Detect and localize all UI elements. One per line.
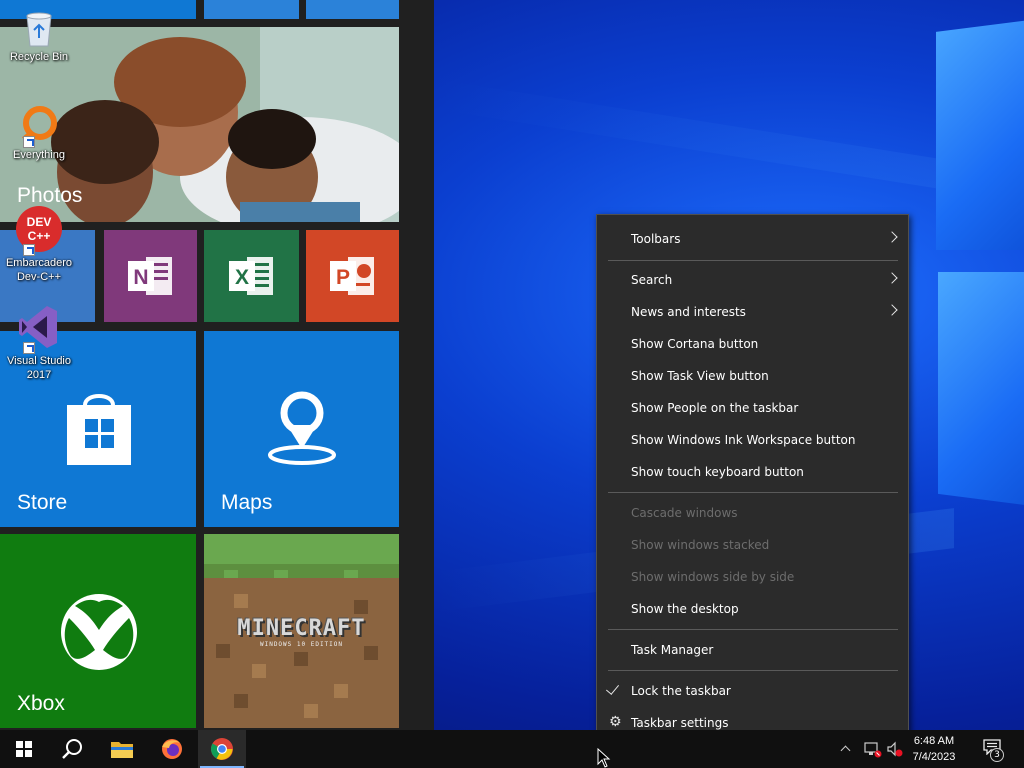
desktop-icon-everything[interactable]: Everything — [3, 106, 75, 162]
start-button[interactable] — [0, 730, 48, 768]
menu-separator — [608, 260, 898, 261]
menu-item-show-desktop[interactable]: Show the desktop — [597, 594, 908, 624]
store-icon — [67, 394, 131, 465]
windows-logo-icon — [16, 741, 32, 757]
action-center-button[interactable]: 3 — [976, 730, 1016, 768]
tile-photos-label: Photos — [17, 184, 83, 207]
minecraft-logo: MINECRAFT — [237, 616, 366, 641]
menu-item-show-people[interactable]: Show People on the taskbar — [597, 393, 908, 423]
tray-overflow-chevron[interactable] — [838, 742, 854, 758]
shortcut-arrow-icon — [23, 342, 35, 354]
menu-item-show-task-view[interactable]: Show Task View button — [597, 361, 908, 391]
menu-item-task-manager[interactable]: Task Manager — [597, 635, 908, 665]
menu-item-search[interactable]: Search — [597, 265, 908, 295]
folder-icon — [111, 742, 133, 758]
tray-volume[interactable] — [886, 740, 904, 758]
firefox-icon — [162, 739, 182, 759]
tile-xbox-label: Xbox — [17, 692, 65, 715]
tile-minecraft[interactable]: MINECRAFT WINDOWS 10 EDITION — [204, 534, 399, 728]
tile-store-label: Store — [17, 491, 68, 514]
menu-item-toolbars[interactable]: Toolbars — [597, 224, 908, 254]
chevron-right-icon — [886, 231, 898, 243]
menu-item-show-cortana[interactable]: Show Cortana button — [597, 329, 908, 359]
menu-item-lock-taskbar[interactable]: Lock the taskbar — [597, 676, 908, 706]
notification-count-badge: 3 — [990, 748, 1004, 762]
tile-contact2-partial[interactable] — [306, 0, 399, 19]
powerpoint-icon: P — [329, 257, 374, 295]
menu-item-news-and-interests[interactable]: News and interests — [597, 297, 908, 327]
menu-separator — [608, 629, 898, 630]
desktop-icon-visual-studio[interactable]: Visual Studio 2017 — [3, 304, 75, 382]
taskbar[interactable]: 6:48 AM 7/4/2023 3 — [0, 730, 1024, 768]
windows-logo-pane-bottom — [938, 272, 1024, 508]
search-button[interactable] — [48, 730, 96, 768]
desktop-icon-label: Visual Studio 2017 — [6, 355, 71, 381]
desktop-icon-label: Everything — [13, 149, 65, 161]
chevron-right-icon — [886, 304, 898, 316]
checkmark-icon — [605, 681, 620, 695]
search-icon — [62, 739, 82, 759]
tile-contact-partial[interactable] — [204, 0, 299, 19]
maps-icon — [268, 391, 336, 465]
menu-separator — [608, 670, 898, 671]
taskbar-context-menu: Toolbars Search News and interests Show … — [596, 214, 909, 748]
svg-text:N: N — [133, 266, 148, 289]
recycle-bin-icon — [26, 12, 52, 47]
desktop-icon-recycle-bin[interactable]: Recycle Bin — [3, 8, 75, 64]
windows-logo-pane-top — [936, 18, 1024, 250]
taskbar-file-explorer[interactable] — [98, 730, 146, 768]
tile-maps-label: Maps — [221, 491, 273, 514]
mouse-cursor-icon — [597, 748, 611, 768]
tile-excel[interactable]: X — [204, 230, 299, 322]
desktop-icon-label: Recycle Bin — [9, 51, 69, 63]
volume-muted-icon — [887, 741, 903, 757]
menu-item-show-touch-keyboard[interactable]: Show touch keyboard button — [597, 457, 908, 487]
devcpp-badge-text: DEV C++ — [26, 215, 52, 243]
gear-icon: ⚙ — [609, 714, 622, 730]
shortcut-arrow-icon — [23, 244, 35, 256]
clock-time: 6:48 AM — [913, 735, 955, 747]
menu-separator — [608, 492, 898, 493]
taskbar-firefox[interactable] — [148, 730, 196, 768]
menu-item-show-windows-stacked: Show windows stacked — [631, 538, 770, 552]
xbox-icon — [61, 594, 137, 670]
tile-maps[interactable]: Maps — [204, 331, 399, 527]
chevron-up-icon — [840, 745, 851, 756]
tile-onenote[interactable]: N — [104, 230, 197, 322]
svg-text:P: P — [335, 266, 349, 289]
tile-powerpoint[interactable]: P — [306, 230, 399, 322]
clock-date: 7/4/2023 — [912, 751, 956, 763]
svg-text:X: X — [234, 266, 248, 289]
chevron-right-icon — [886, 272, 898, 284]
desktop-icon-label: Embarcadero Dev-C++ — [5, 257, 73, 283]
tile-xbox[interactable]: Xbox — [0, 534, 196, 728]
taskbar-chrome[interactable] — [198, 730, 246, 768]
onenote-icon: N — [127, 257, 172, 295]
menu-item-cascade-windows: Cascade windows — [631, 506, 738, 520]
excel-icon: X — [228, 257, 273, 295]
taskbar-clock[interactable]: 6:48 AM 7/4/2023 — [904, 733, 964, 765]
minecraft-edition: WINDOWS 10 EDITION — [259, 641, 344, 648]
chrome-icon — [211, 738, 233, 760]
desktop-icon-devcpp[interactable]: DEV C++ Embarcadero Dev-C++ — [3, 206, 75, 284]
menu-item-show-windows-side-by-side: Show windows side by side — [631, 570, 795, 584]
network-icon — [864, 742, 882, 758]
shortcut-arrow-icon — [23, 136, 35, 148]
menu-item-show-windows-ink[interactable]: Show Windows Ink Workspace button — [597, 425, 908, 455]
tray-network[interactable] — [862, 740, 882, 758]
